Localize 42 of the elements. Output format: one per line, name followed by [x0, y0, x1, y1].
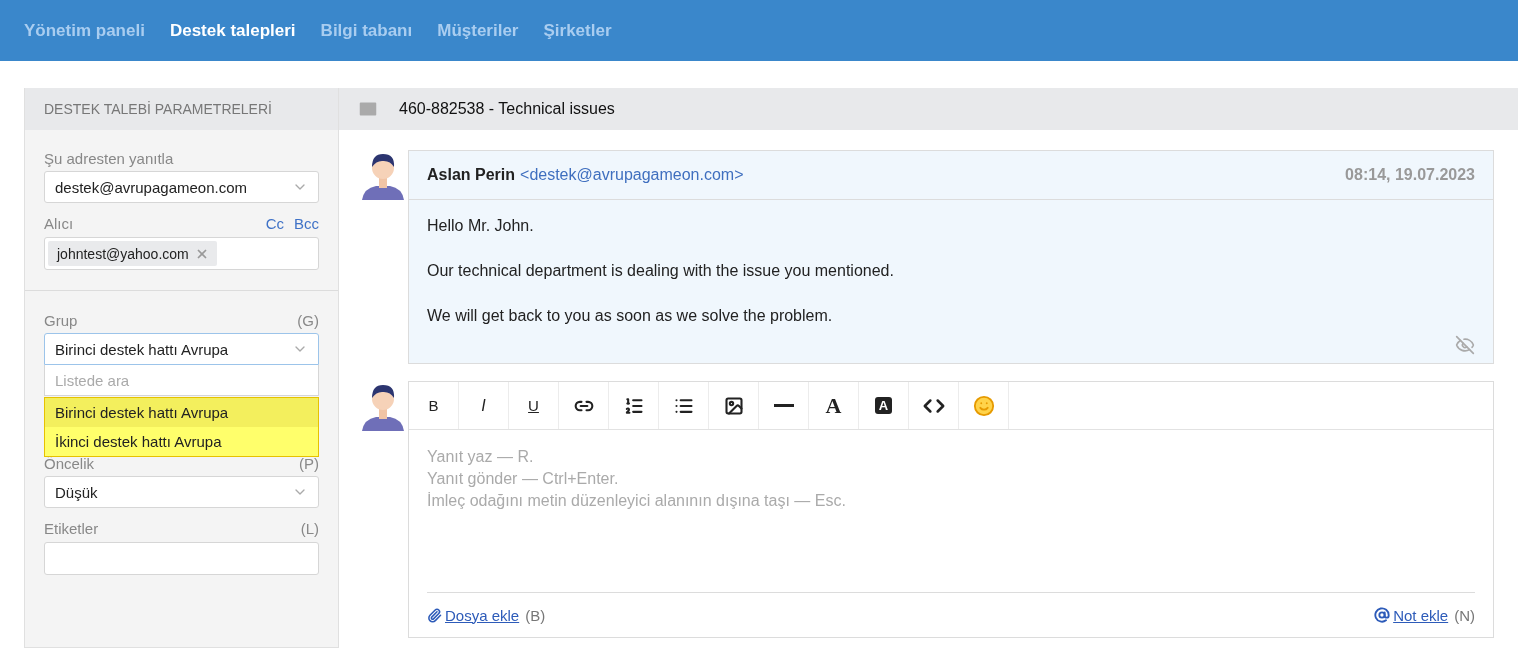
editor-placeholder: Yanıt gönder — Ctrl+Enter.	[427, 469, 620, 489]
message-paragraph: Our technical department is dealing with the issue you mentioned.	[427, 261, 895, 280]
shortcut-hint: (P)	[299, 454, 319, 472]
sender-email[interactable]: <destek@avrupagameon.com>	[520, 166, 744, 183]
nav-tab[interactable]: Destek talepleri	[169, 20, 296, 41]
tag-text: johntest@yahoo.com	[57, 245, 189, 262]
list-search-field[interactable]: Listede ara	[44, 365, 319, 396]
reply-from-select[interactable]: destek@avrupagameon.com	[44, 171, 319, 203]
field-label: Grup	[44, 311, 78, 329]
priority-select[interactable]: Düşük	[44, 476, 319, 508]
dropdown-option[interactable]: İkinci destek hattı Avrupa	[45, 427, 318, 456]
at-icon	[1374, 607, 1391, 623]
message-time: 08:14, 19.07.2023	[1345, 166, 1475, 184]
shortcut-hint: (L)	[300, 519, 319, 537]
group-select[interactable]: Birinci destek hattı Avrupa	[44, 333, 319, 365]
smiley-icon	[972, 394, 995, 417]
editor-placeholder: Yanıt yaz — R.	[427, 447, 535, 467]
panel-title: DESTEK TALEBİ PARAMETRELERİ	[25, 88, 338, 130]
recipient-field[interactable]: johntest@yahoo.com	[44, 237, 319, 270]
numbered-list-icon	[623, 395, 644, 416]
image-icon	[723, 395, 744, 416]
editor-placeholder: İmleç odağını metin düzenleyici alanının dışına taşı — Esc.	[427, 491, 847, 511]
field-label: Öncelik	[44, 454, 95, 472]
add-note-link[interactable]: Not ekle	[1393, 606, 1449, 624]
paperclip-icon	[427, 607, 442, 623]
message-paragraph: Hello Mr. John.	[427, 216, 535, 235]
horizontal-line-icon	[773, 403, 794, 408]
message-paragraph: We will get back to you as soon as we solve the problem.	[427, 306, 834, 325]
recipient-link[interactable]: Bcc	[294, 214, 319, 232]
recipient-link[interactable]: Cc	[265, 214, 284, 232]
field-label: Alıcı	[44, 214, 74, 232]
shortcut-hint: (B)	[525, 606, 546, 624]
sender-name: Aslan Perin	[427, 166, 516, 183]
field-label: Şu adresten yanıtla	[44, 149, 174, 167]
shortcut-hint: (G)	[297, 311, 319, 329]
ticket-title: 460-882538 - Technical issues	[399, 100, 615, 118]
field-label: Etiketler	[44, 519, 99, 537]
dropdown-option[interactable]: Birinci destek hattı Avrupa	[45, 398, 318, 427]
shortcut-hint: (N)	[1454, 606, 1475, 624]
reply-editor[interactable]: B I U A A Yanıt yaz — R. Yanıt gönder — Ctrl+Enter. İmleç odağını metin düzenleyici alanının dışına taşı — Esc. Dosya ekle (B) Not ekle (N)	[408, 381, 1494, 638]
tags-field[interactable]	[44, 542, 319, 575]
attach-file-link[interactable]: Dosya ekle	[445, 606, 520, 624]
